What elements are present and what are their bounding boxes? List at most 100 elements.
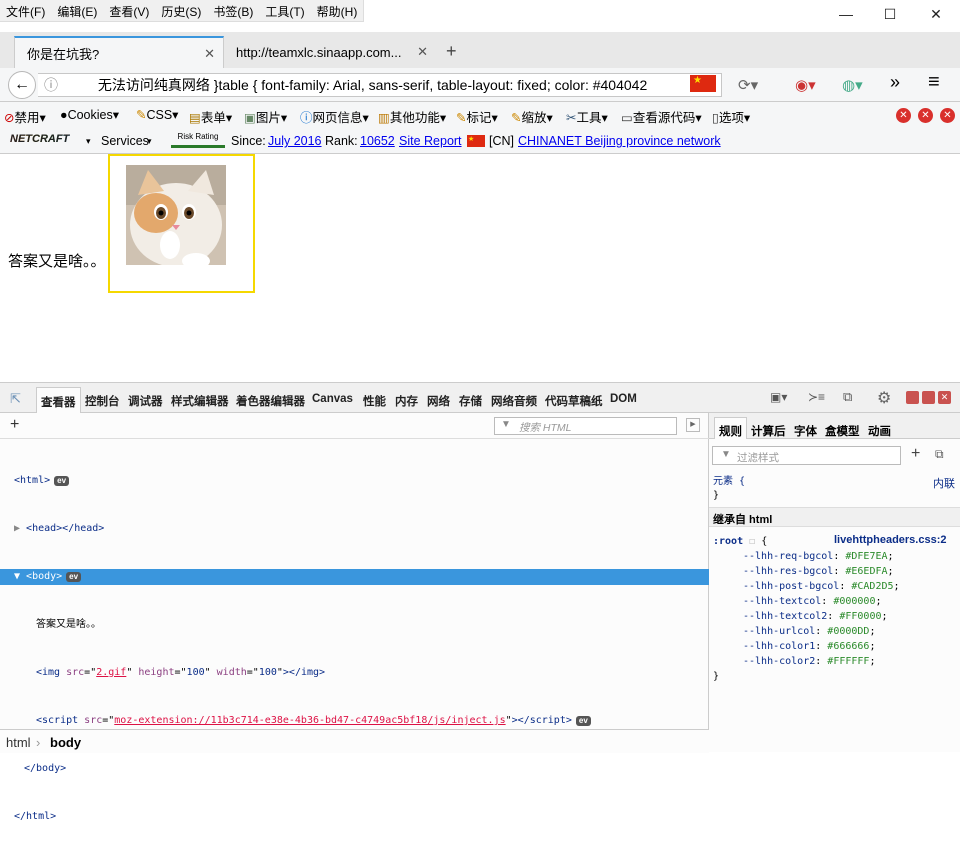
tab-network[interactable]: 网络: [427, 393, 450, 409]
tab-web-audio[interactable]: 网络音频: [491, 393, 537, 409]
tree-html-close[interactable]: </html>: [0, 809, 709, 825]
toolbar-misc[interactable]: ▥其他功能▾: [378, 107, 446, 126]
close-toolbar-icon[interactable]: ✕: [940, 108, 955, 123]
toggle-pseudo-class-icon[interactable]: ⧉: [935, 447, 944, 462]
maximize-button[interactable]: ☐: [880, 6, 900, 26]
tab-computed[interactable]: 计算后: [751, 423, 786, 439]
menu-file[interactable]: 文件(F): [0, 0, 51, 21]
toolbar-resize[interactable]: ✎缩放▾: [511, 107, 553, 126]
addon-globe-icon[interactable]: ◍▾: [842, 76, 863, 94]
tab-console[interactable]: 控制台: [85, 393, 120, 409]
css-variable-declaration[interactable]: --lhh-textcol2: #FF0000;: [743, 609, 900, 624]
tab-storage[interactable]: 存储: [459, 393, 482, 409]
tree-img-node[interactable]: <img src="2.gif" height="100" width="100…: [0, 665, 709, 681]
settings-gear-icon[interactable]: ⚙: [877, 388, 891, 408]
toolbar-view-source[interactable]: ▭查看源代码▾: [621, 107, 702, 126]
event-badge[interactable]: ev: [54, 476, 70, 486]
css-variable-declaration[interactable]: --lhh-res-bgcol: #E6EDFA;: [743, 564, 900, 579]
netcraft-dropdown-icon[interactable]: ▾: [86, 136, 91, 147]
hamburger-menu-icon[interactable]: ≡: [928, 71, 940, 94]
tab-rules[interactable]: 规则: [714, 417, 747, 439]
add-node-button[interactable]: +: [10, 416, 19, 434]
overflow-menu-icon[interactable]: »: [890, 72, 900, 93]
tab-scratchpad[interactable]: 代码草稿纸: [545, 393, 603, 409]
netcraft-logo[interactable]: NETCRAFT: [6, 132, 73, 146]
breadcrumb-html[interactable]: html: [6, 735, 31, 750]
reload-icon[interactable]: ⟳▾: [738, 76, 758, 94]
css-variable-declaration[interactable]: --lhh-post-bgcol: #CAD2D5;: [743, 579, 900, 594]
tab-close-icon[interactable]: ✕: [204, 46, 215, 62]
close-window-button[interactable]: ✕: [926, 6, 946, 26]
network-link[interactable]: CHINANET Beijing province network: [518, 134, 721, 148]
tab-shader-editor[interactable]: 着色器编辑器: [236, 393, 305, 409]
filter-styles-input[interactable]: 过滤样式: [712, 446, 901, 465]
search-html-input[interactable]: 搜索 HTML: [494, 417, 677, 435]
split-console-icon[interactable]: ▣▾: [770, 390, 787, 404]
url-bar[interactable]: ⓘ 无法访问纯真网络 }table { font-family: Arial, …: [38, 73, 722, 97]
expand-icon[interactable]: ▶: [14, 523, 26, 534]
toolbar-tools[interactable]: ✂工具▾: [566, 107, 608, 126]
netcraft-services[interactable]: Services: [101, 134, 149, 148]
close-devtools-icon[interactable]: ✕: [938, 391, 951, 404]
breadcrumb-body[interactable]: body: [50, 735, 81, 750]
menu-view[interactable]: 查看(V): [103, 0, 155, 21]
menu-bookmarks[interactable]: 书签(B): [207, 0, 259, 21]
error-icon[interactable]: ✕: [896, 108, 911, 123]
tab-memory[interactable]: 内存: [395, 393, 418, 409]
new-tab-button[interactable]: +: [446, 41, 457, 62]
tab-animations[interactable]: 动画: [868, 423, 891, 439]
tree-script-node[interactable]: <script src="moz-extension://11b3c714-e3…: [0, 713, 709, 729]
toolbar-page-info[interactable]: ⓘ网页信息▾: [300, 107, 369, 126]
tree-html-node[interactable]: <html> ev: [0, 473, 709, 489]
tab-debugger[interactable]: 调试器: [128, 393, 163, 409]
menu-edit[interactable]: 编辑(E): [51, 0, 103, 21]
toolbar-outline[interactable]: ✎标记▾: [456, 107, 498, 126]
since-link[interactable]: July 2016: [268, 134, 322, 148]
menu-help[interactable]: 帮助(H): [311, 0, 364, 21]
toolbar-disable[interactable]: ⊘禁用▾: [4, 107, 46, 126]
tab-active[interactable]: 你是在坑我? ✕: [14, 36, 224, 68]
pick-element-icon[interactable]: ⇱: [10, 391, 21, 407]
css-variable-declaration[interactable]: --lhh-color1: #666666;: [743, 639, 900, 654]
tree-body-close[interactable]: </body>: [0, 761, 709, 777]
back-button[interactable]: ←: [8, 71, 36, 99]
tree-head-node[interactable]: ▶ <head></head>: [0, 521, 709, 537]
info-icon[interactable]: ⓘ: [38, 77, 58, 93]
tab-performance[interactable]: 性能: [363, 393, 386, 409]
tab-canvas[interactable]: Canvas: [312, 393, 353, 405]
css-variable-declaration[interactable]: --lhh-req-bgcol: #DFE7EA;: [743, 549, 900, 564]
risk-rating-meter[interactable]: Risk Rating: [171, 132, 225, 148]
event-badge[interactable]: ev: [575, 716, 591, 726]
event-badge[interactable]: ev: [66, 572, 82, 582]
highlight-selector-icon[interactable]: ☐: [749, 536, 755, 547]
menu-history[interactable]: 历史(S): [155, 0, 207, 21]
root-rule-source[interactable]: livehttpheaders.css:2: [834, 534, 947, 546]
inline-source[interactable]: 内联: [933, 475, 955, 491]
toolbar-css[interactable]: ✎CSS▾: [136, 107, 178, 122]
tree-text-node[interactable]: 答案又是啥。。: [0, 617, 709, 633]
toolbar-images[interactable]: ▣图片▾: [244, 107, 287, 126]
tab-inspector[interactable]: 查看器: [36, 387, 81, 413]
dock-side-icon[interactable]: [922, 391, 935, 404]
dock-bottom-icon[interactable]: [906, 391, 919, 404]
console-toggle-icon[interactable]: ≻≡: [808, 390, 825, 404]
tab-inactive[interactable]: http://teamxlc.sinaapp.com... ✕: [224, 36, 436, 68]
css-variable-declaration[interactable]: --lhh-textcol: #000000;: [743, 594, 900, 609]
tab-close-icon[interactable]: ✕: [417, 44, 428, 60]
warning-icon[interactable]: ✕: [918, 108, 933, 123]
css-variable-declaration[interactable]: --lhh-color2: #FFFFFF;: [743, 654, 900, 669]
css-variable-declaration[interactable]: --lhh-urlcol: #0000DD;: [743, 624, 900, 639]
collapse-icon[interactable]: ▼: [14, 571, 26, 582]
dock-icon[interactable]: ⧉: [843, 389, 852, 405]
minimize-button[interactable]: —: [836, 6, 856, 26]
menu-tools[interactable]: 工具(T): [259, 0, 310, 21]
toolbar-forms[interactable]: ▤表单▾: [189, 107, 232, 126]
site-report-link[interactable]: Site Report: [399, 134, 462, 148]
toolbar-options[interactable]: ▯选项▾: [712, 107, 750, 126]
toolbar-cookies[interactable]: ●Cookies▾: [60, 107, 119, 122]
tab-fonts[interactable]: 字体: [794, 423, 817, 439]
sidebar-toggle-icon[interactable]: ▶: [686, 418, 700, 432]
addon-red-icon[interactable]: ◉▾: [795, 76, 816, 94]
tree-body-node-selected[interactable]: ▼ <body> ev: [0, 569, 709, 585]
rank-link[interactable]: 10652: [360, 134, 395, 148]
